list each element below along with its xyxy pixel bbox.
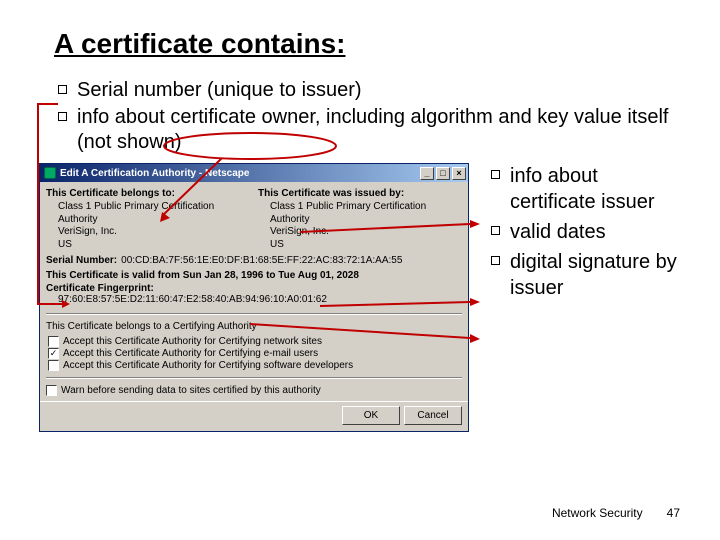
slide-title: A certificate contains: [54, 28, 680, 60]
check-label: Warn before sending data to sites certif… [61, 385, 321, 396]
bullet-text: valid dates [510, 219, 606, 245]
square-bullet-icon [491, 226, 500, 235]
serial-label: Serial Number: [46, 255, 117, 266]
issued-by-block: Class 1 Public Primary Certification Aut… [270, 201, 462, 251]
square-bullet-icon [58, 112, 67, 121]
maximize-button[interactable]: □ [436, 167, 450, 180]
list-item: info about certificate owner, including … [58, 105, 680, 155]
bullet-text: Serial number (unique to issuer) [77, 78, 362, 103]
screenshot-dialog: Edit A Certification Authority - Netscap… [39, 163, 469, 432]
list-item: digital signature by issuer [491, 249, 680, 301]
square-bullet-icon [58, 85, 67, 94]
bullet-text: info about certificate owner, including … [77, 105, 680, 155]
check-label: Accept this Certificate Authority for Ce… [63, 348, 318, 359]
warn-row: Warn before sending data to sites certif… [46, 385, 462, 396]
square-bullet-icon [491, 170, 500, 179]
cert-line: US [58, 239, 250, 252]
fingerprint-label: Certificate Fingerprint: [46, 283, 154, 294]
cancel-button[interactable]: Cancel [404, 406, 462, 425]
belongs-to-heading: This Certificate belongs to: [46, 188, 250, 199]
checkbox[interactable] [48, 360, 59, 371]
check-label: Accept this Certificate Authority for Ce… [63, 336, 322, 347]
check-row: ✓ Accept this Certificate Authority for … [48, 348, 462, 359]
check-label: Accept this Certificate Authority for Ce… [63, 360, 353, 371]
divider [46, 313, 462, 315]
serial-value: 00:CD:BA:7F:56:1E:E0:DF:B1:68:5E:FF:22:A… [121, 255, 402, 266]
list-item: Serial number (unique to issuer) [58, 78, 680, 103]
slide-footer: Network Security 47 [552, 506, 680, 520]
app-icon [44, 167, 56, 179]
square-bullet-icon [491, 256, 500, 265]
footer-label: Network Security [552, 506, 643, 520]
bullet-text: info about certificate issuer [510, 163, 680, 215]
checkbox[interactable] [46, 385, 57, 396]
close-button[interactable]: × [452, 167, 466, 180]
cert-line: Authority [58, 214, 250, 227]
top-bullet-list: Serial number (unique to issuer) info ab… [58, 78, 680, 155]
cert-line: Class 1 Public Primary Certification [270, 201, 462, 214]
divider [46, 377, 462, 379]
accept-checklist: Accept this Certificate Authority for Ce… [48, 336, 462, 371]
page-number: 47 [667, 506, 680, 520]
bullet-text: digital signature by issuer [510, 249, 680, 301]
issued-by-heading: This Certificate was issued by: [258, 188, 462, 199]
serial-row: Serial Number: 00:CD:BA:7F:56:1E:E0:DF:B… [46, 255, 462, 266]
fingerprint-value: 97:60:E8:57:5E:D2:11:60:47:E2:58:40:AB:9… [58, 294, 462, 307]
list-item: valid dates [491, 219, 680, 245]
window-titlebar: Edit A Certification Authority - Netscap… [40, 164, 468, 182]
cert-line: VeriSign, Inc. [58, 226, 250, 239]
list-item: info about certificate issuer [491, 163, 680, 215]
check-row: Accept this Certificate Authority for Ce… [48, 336, 462, 347]
ok-button[interactable]: OK [342, 406, 400, 425]
authority-note: This Certificate belongs to a Certifying… [46, 321, 462, 332]
side-bullet-list: info about certificate issuer valid date… [491, 163, 680, 305]
cert-line: US [270, 239, 462, 252]
belongs-to-block: Class 1 Public Primary Certification Aut… [58, 201, 250, 251]
check-row: Accept this Certificate Authority for Ce… [48, 360, 462, 371]
minimize-button[interactable]: _ [420, 167, 434, 180]
window-title: Edit A Certification Authority - Netscap… [60, 168, 249, 179]
fingerprint-row: Certificate Fingerprint: [46, 283, 462, 294]
cert-line: Authority [270, 214, 462, 227]
checkbox[interactable] [48, 336, 59, 347]
cert-line: VeriSign, Inc. [270, 226, 462, 239]
validity-line: This Certificate is valid from Sun Jan 2… [46, 270, 462, 281]
cert-line: Class 1 Public Primary Certification [58, 201, 250, 214]
checkbox[interactable]: ✓ [48, 348, 59, 359]
